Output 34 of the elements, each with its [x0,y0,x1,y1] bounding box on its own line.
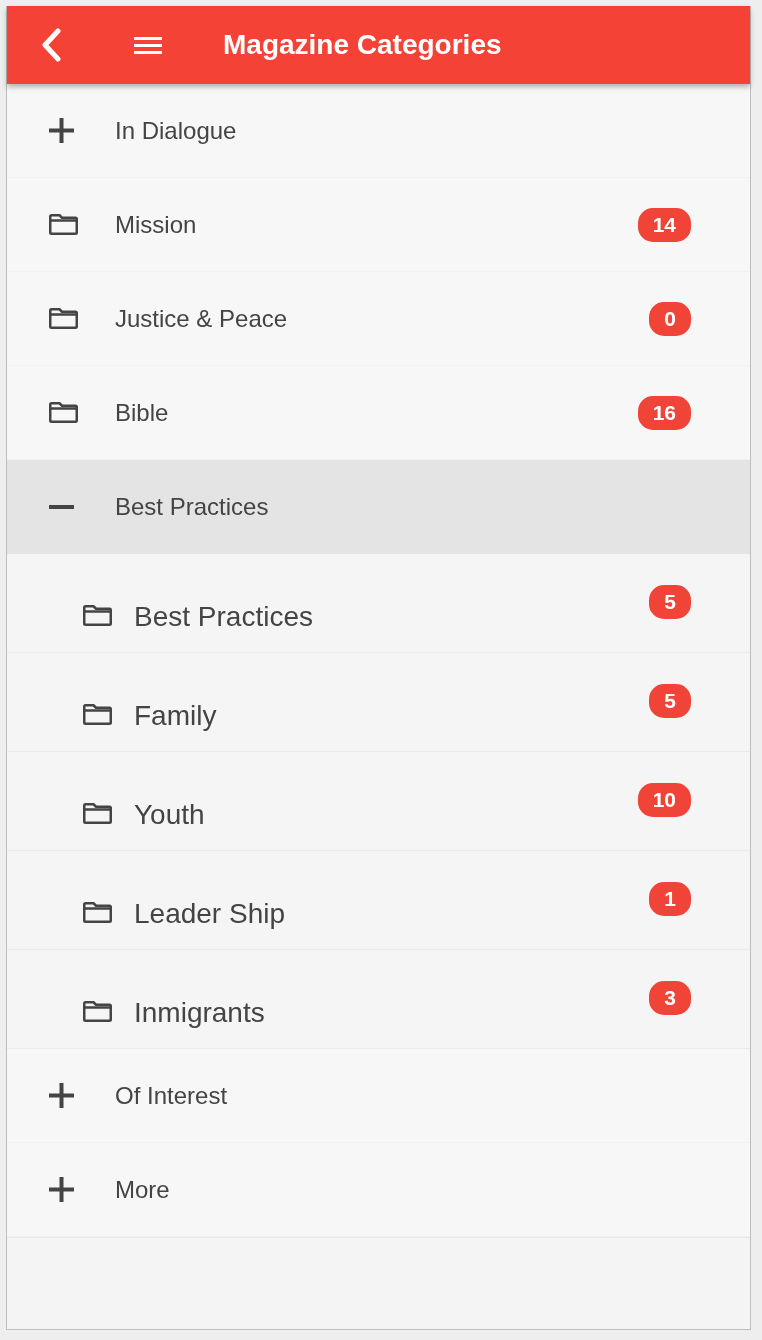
menu-icon [134,36,162,54]
count-badge: 5 [649,684,691,718]
minus-icon [49,504,74,509]
category-item[interactable]: Mission 14 [7,178,750,272]
subcategory-item[interactable]: Youth 10 [7,752,750,851]
subcategory-item[interactable]: Leader Ship 1 [7,851,750,950]
folder-icon [83,704,112,725]
folder-icon [49,308,78,329]
folder-icon [83,803,112,824]
category-group-item[interactable]: Of Interest [7,1049,750,1143]
plus-icon [49,1177,74,1202]
folder-icon [49,402,78,423]
plus-icon [49,118,74,143]
subcategory-item[interactable]: Family 5 [7,653,750,752]
subcategory-item[interactable]: Inmigrants 3 [7,950,750,1049]
folder-icon [83,605,112,626]
plus-icon [49,1083,74,1108]
count-badge: 1 [649,882,691,916]
count-badge: 5 [649,585,691,619]
folder-icon [83,902,112,923]
back-icon [40,28,62,62]
app-title: Magazine Categories [223,29,502,61]
folder-icon [83,1001,112,1022]
count-badge: 14 [637,207,691,242]
count-badge: 16 [637,395,691,430]
count-badge: 0 [649,301,691,336]
folder-icon [49,214,78,235]
category-item[interactable]: Justice & Peace 0 [7,272,750,366]
count-badge: 10 [637,783,691,817]
category-group-item[interactable]: Best Practices [7,460,750,554]
count-badge: 3 [649,981,691,1015]
category-group-item[interactable]: More [7,1143,750,1237]
category-group-item[interactable]: In Dialogue [7,84,750,178]
subcategory-item[interactable]: Best Practices 5 [7,554,750,653]
